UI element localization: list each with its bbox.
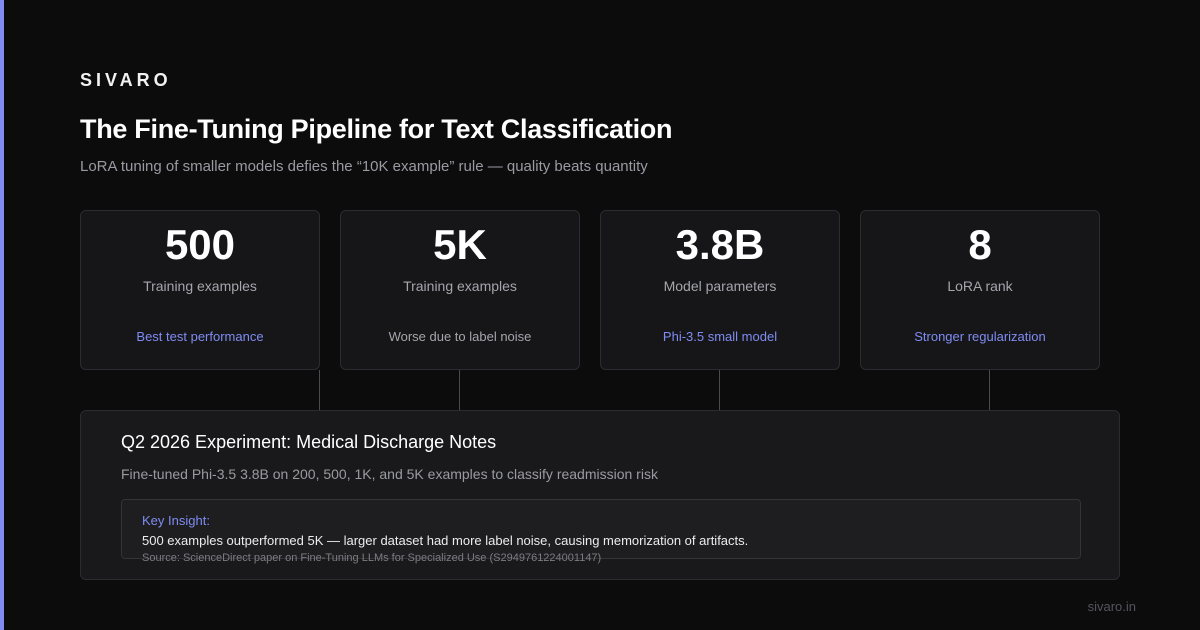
experiment-description: Fine-tuned Phi-3.5 3.8B on 200, 500, 1K,… [121, 466, 658, 482]
connector-line [719, 370, 720, 410]
key-insight-box: Key Insight: 500 examples outperformed 5… [121, 499, 1081, 564]
page-title: The Fine-Tuning Pipeline for Text Classi… [80, 114, 673, 144]
stat-card-training-500: 500 Training examples Best test performa… [80, 210, 320, 370]
stat-card-training-5k: 5K Training examples Worse due to label … [340, 210, 580, 370]
stat-label: Model parameters [663, 278, 777, 294]
stat-card-model-params: 3.8B Model parameters Phi-3.5 small mode… [600, 210, 840, 370]
connector-line [319, 370, 320, 410]
page-subtitle: LoRA tuning of smaller models defies the… [80, 158, 648, 175]
insight-heading: Key Insight: [142, 513, 210, 528]
footer-url: sivaro.in [1087, 599, 1136, 614]
stat-note: Phi-3.5 small model [662, 329, 778, 344]
experiment-panel: Q2 2026 Experiment: Medical Discharge No… [80, 410, 1120, 580]
stat-value: 3.8B [675, 221, 765, 268]
stat-label: Training examples [143, 278, 257, 294]
brand-logo: SIVARO [80, 70, 172, 90]
accent-bar [0, 0, 4, 630]
stat-note: Stronger regularization [914, 329, 1046, 344]
insight-source: Source: ScienceDirect paper on Fine-Tuni… [142, 552, 602, 564]
stat-note: Worse due to label noise [388, 329, 532, 344]
stat-label: Training examples [403, 278, 517, 294]
stat-value: 5K [433, 221, 487, 268]
stat-card-lora-rank: 8 LoRA rank Stronger regularization [860, 210, 1100, 370]
stat-note: Best test performance [136, 329, 264, 344]
stat-label: LoRA rank [947, 278, 1013, 294]
insight-text: 500 examples outperformed 5K — larger da… [142, 533, 749, 548]
connector-line [459, 370, 460, 410]
stat-value: 500 [164, 221, 236, 268]
experiment-title: Q2 2026 Experiment: Medical Discharge No… [121, 432, 497, 452]
connector-line [989, 370, 990, 410]
stat-value: 8 [968, 221, 992, 268]
